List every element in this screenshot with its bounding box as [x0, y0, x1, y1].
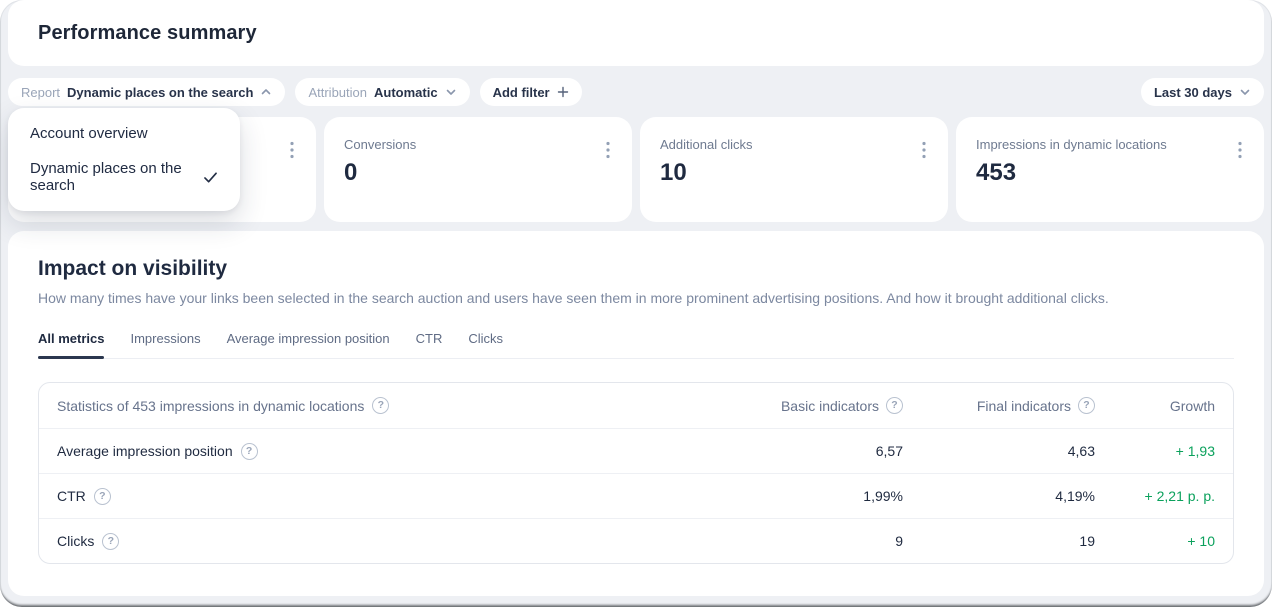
add-filter-button[interactable]: Add filter — [480, 78, 582, 106]
metric-card-additional-clicks: Additional clicks 10 — [640, 117, 948, 222]
tab-clicks[interactable]: Clicks — [468, 331, 503, 358]
tab-average-impression-position[interactable]: Average impression position — [227, 331, 390, 358]
tab-ctr[interactable]: CTR — [416, 331, 443, 358]
column-header-growth: Growth — [1170, 398, 1215, 414]
growth-value: + 1,93 — [1095, 443, 1215, 459]
check-icon — [203, 171, 218, 184]
help-icon[interactable]: ? — [94, 488, 111, 505]
row-metric-label: CTR — [57, 488, 86, 504]
row-metric-label: Clicks — [57, 533, 94, 549]
impact-on-visibility-section: Impact on visibility How many times have… — [8, 231, 1264, 596]
chevron-down-icon — [1239, 86, 1251, 98]
metric-card-label: Impressions in dynamic locations — [976, 137, 1244, 152]
date-range-value: Last 30 days — [1154, 85, 1232, 100]
column-header-final: Final indicators — [977, 398, 1071, 414]
tab-impressions[interactable]: Impressions — [130, 331, 200, 358]
filter-bar: Report Dynamic places on the search Attr… — [0, 66, 1272, 106]
attribution-filter-label: Attribution — [308, 85, 367, 100]
kebab-menu-icon[interactable] — [604, 139, 612, 166]
page-header: Performance summary — [8, 0, 1264, 66]
report-dropdown-menu: Account overview Dynamic places on the s… — [8, 108, 240, 211]
metric-tabs: All metrics Impressions Average impressi… — [38, 331, 1234, 359]
final-value: 19 — [903, 533, 1095, 549]
basic-value: 1,99% — [743, 488, 903, 504]
basic-value: 9 — [743, 533, 903, 549]
metric-card-label: Conversions — [344, 137, 612, 152]
metric-card-impressions-dynamic: Impressions in dynamic locations 453 — [956, 117, 1264, 222]
metric-card-label: Additional clicks — [660, 137, 928, 152]
help-icon[interactable]: ? — [372, 397, 389, 414]
table-title: Statistics of 453 impressions in dynamic… — [57, 398, 364, 414]
statistics-table: Statistics of 453 impressions in dynamic… — [38, 382, 1234, 564]
column-header-basic: Basic indicators — [781, 398, 879, 414]
kebab-menu-icon[interactable] — [920, 139, 928, 166]
help-icon[interactable]: ? — [102, 533, 119, 550]
menu-item-dynamic-places[interactable]: Dynamic places on the search — [8, 151, 240, 203]
tab-all-metrics[interactable]: All metrics — [38, 331, 104, 358]
growth-value: + 2,21 p. p. — [1095, 488, 1215, 504]
help-icon[interactable]: ? — [886, 397, 903, 414]
kebab-menu-icon[interactable] — [1236, 139, 1244, 166]
chevron-down-icon — [445, 86, 457, 98]
menu-item-account-overview[interactable]: Account overview — [8, 116, 240, 151]
metric-card-conversions: Conversions 0 — [324, 117, 632, 222]
table-header-row: Statistics of 453 impressions in dynamic… — [39, 383, 1233, 428]
metric-card-value: 0 — [344, 159, 612, 187]
performance-summary-page: Performance summary Report Dynamic place… — [0, 0, 1272, 607]
report-filter-value: Dynamic places on the search — [67, 85, 253, 100]
date-range-pill[interactable]: Last 30 days — [1141, 78, 1264, 106]
menu-item-label: Dynamic places on the search — [30, 160, 191, 194]
section-title: Impact on visibility — [38, 257, 1234, 281]
metric-card-value: 10 — [660, 159, 928, 187]
add-filter-label: Add filter — [493, 85, 550, 100]
table-row-ctr: CTR ? 1,99% 4,19% + 2,21 p. p. — [39, 473, 1233, 518]
section-description: How many times have your links been sele… — [38, 290, 1234, 306]
metric-card-value: 453 — [976, 159, 1244, 187]
menu-item-label: Account overview — [30, 125, 148, 142]
final-value: 4,63 — [903, 443, 1095, 459]
table-row-clicks: Clicks ? 9 19 + 10 — [39, 518, 1233, 563]
page-title: Performance summary — [38, 22, 257, 45]
table-row-average-impression-position: Average impression position ? 6,57 4,63 … — [39, 428, 1233, 473]
attribution-filter-value: Automatic — [374, 85, 438, 100]
help-icon[interactable]: ? — [241, 443, 258, 460]
report-filter-label: Report — [21, 85, 60, 100]
plus-icon — [557, 86, 569, 98]
report-filter-pill[interactable]: Report Dynamic places on the search — [8, 78, 285, 106]
growth-value: + 10 — [1095, 533, 1215, 549]
chevron-up-icon — [260, 86, 272, 98]
basic-value: 6,57 — [743, 443, 903, 459]
attribution-filter-pill[interactable]: Attribution Automatic — [295, 78, 469, 106]
row-metric-label: Average impression position — [57, 443, 233, 459]
kebab-menu-icon[interactable] — [288, 139, 296, 166]
help-icon[interactable]: ? — [1078, 397, 1095, 414]
final-value: 4,19% — [903, 488, 1095, 504]
